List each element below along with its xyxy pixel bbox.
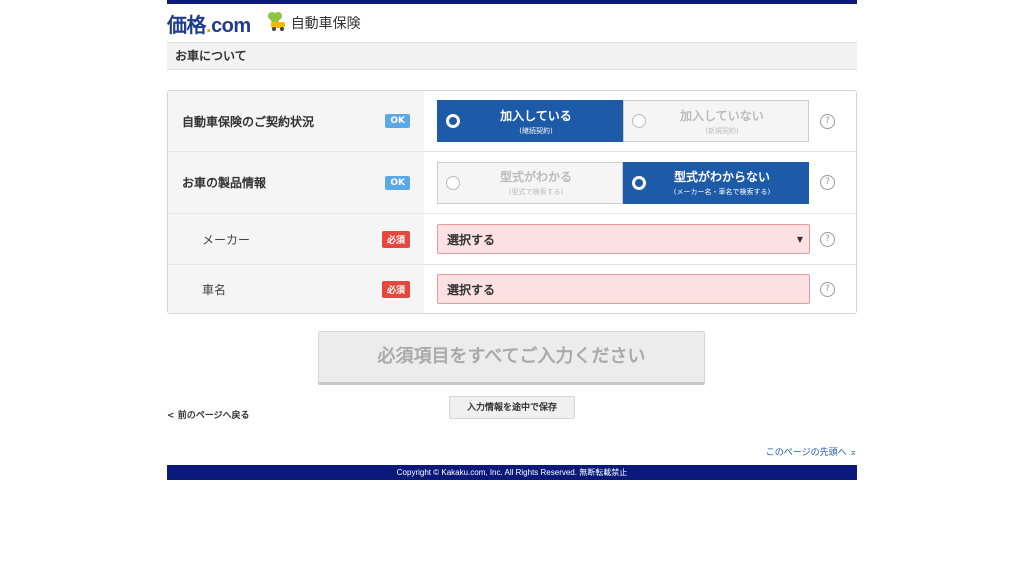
row-label: 自動車保険のご契約状況 OK (168, 91, 424, 151)
radio-empty-icon (446, 175, 460, 190)
option-sub: (型式で検索する) (508, 188, 564, 196)
header: 価格.com 自動車保険 (167, 4, 857, 42)
label-text: 車名 (202, 282, 227, 297)
caret-down-icon: ▼ (796, 234, 803, 244)
required-badge: 必須 (381, 230, 410, 248)
label-text: メーカー (202, 232, 251, 247)
row-label: 車名 必須 (168, 265, 424, 313)
section-title: お車について (167, 42, 857, 70)
option-main: 型式がわかる (499, 170, 572, 184)
row-contract-status: 自動車保険のご契約状況 OK 加入している (継続契約) 加入していない (新規… (168, 91, 856, 152)
copyright: Copyright © Kakaku.com, Inc. All Rights … (396, 468, 628, 477)
footer: Copyright © Kakaku.com, Inc. All Rights … (167, 465, 857, 480)
contract-toggle: 加入している (継続契約) 加入していない (新規契約) (437, 100, 810, 142)
option-sub: (メーカー名・車名で検索する) (673, 188, 771, 196)
label-text: お車の製品情報 (182, 176, 267, 190)
back-label: 前のページへ戻る (177, 411, 250, 421)
logo-main: 価格 (167, 14, 207, 37)
maker-select[interactable]: 選択する ▼ (437, 224, 810, 254)
kakaku-logo[interactable]: 価格.com (167, 9, 251, 38)
required-badge: 必須 (381, 280, 410, 298)
select-value: 選択する (447, 232, 496, 247)
row-control: 選択する ▼ ? (424, 224, 856, 254)
row-label: お車の製品情報 OK (168, 152, 424, 213)
car-clover-icon (265, 10, 287, 36)
service-name: 自動車保険 (290, 16, 361, 32)
help-icon[interactable]: ? (820, 113, 835, 129)
row-car-name: 車名 必須 選択する ? (168, 265, 856, 313)
row-maker: メーカー 必須 選択する ▼ ? (168, 214, 856, 265)
label-text: 自動車保険のご契約状況 (182, 114, 315, 129)
page-top-link[interactable]: このページの先頭へ ⌅ (766, 445, 857, 458)
option-main: 加入している (500, 108, 572, 123)
car-form: 自動車保険のご契約状況 OK 加入している (継続契約) 加入していない (新規… (167, 90, 857, 314)
option-insured[interactable]: 加入している (継続契約) (437, 100, 623, 142)
option-sub: (新規契約) (705, 126, 739, 135)
select-value: 選択する (447, 282, 496, 297)
logo-com: com (211, 14, 251, 37)
row-control: 型式がわかる (型式で検索する) 型式がわからない (メーカー名・車名で検索する… (424, 161, 856, 204)
row-control: 加入している (継続契約) 加入していない (新規契約) ? (424, 100, 856, 142)
product-toggle: 型式がわかる (型式で検索する) 型式がわからない (メーカー名・車名で検索する… (437, 161, 810, 204)
save-progress-button[interactable]: 入力情報を途中で保存 (449, 396, 575, 419)
submit-button[interactable]: 必須項目をすべてご入力ください (318, 331, 705, 385)
ok-badge: OK (385, 114, 410, 128)
option-main: 型式がわからない (673, 170, 770, 184)
arrow-up-icon: ⌅ (849, 448, 857, 458)
page: 価格.com 自動車保険 お車について 自動車保険のご契約状況 OK 加入してい… (167, 0, 857, 480)
page-top-label: このページの先頭へ (765, 448, 847, 458)
radio-selected-icon (632, 175, 646, 190)
car-name-select[interactable]: 選択する (437, 274, 810, 304)
back-link[interactable]: < 前のページへ戻る (167, 408, 250, 421)
ok-badge: OK (385, 175, 410, 190)
option-unknown-model[interactable]: 型式がわからない (メーカー名・車名で検索する) (623, 161, 809, 204)
row-product-info: お車の製品情報 OK 型式がわかる (型式で検索する) 型式がわからない (メー… (168, 152, 856, 214)
option-sub: (継続契約) (519, 126, 553, 135)
help-icon[interactable]: ? (820, 175, 835, 190)
service-title: 自動車保険 (265, 10, 361, 36)
chevron-left-icon: < (167, 411, 175, 421)
row-label: メーカー 必須 (168, 214, 424, 264)
help-icon[interactable]: ? (820, 231, 835, 247)
option-not-insured[interactable]: 加入していない (新規契約) (623, 100, 809, 142)
radio-empty-icon (632, 114, 646, 128)
help-icon[interactable]: ? (820, 281, 835, 297)
option-main: 加入していない (680, 108, 764, 123)
radio-selected-icon (446, 114, 460, 128)
row-control: 選択する ? (424, 274, 856, 304)
option-know-model[interactable]: 型式がわかる (型式で検索する) (437, 161, 623, 204)
